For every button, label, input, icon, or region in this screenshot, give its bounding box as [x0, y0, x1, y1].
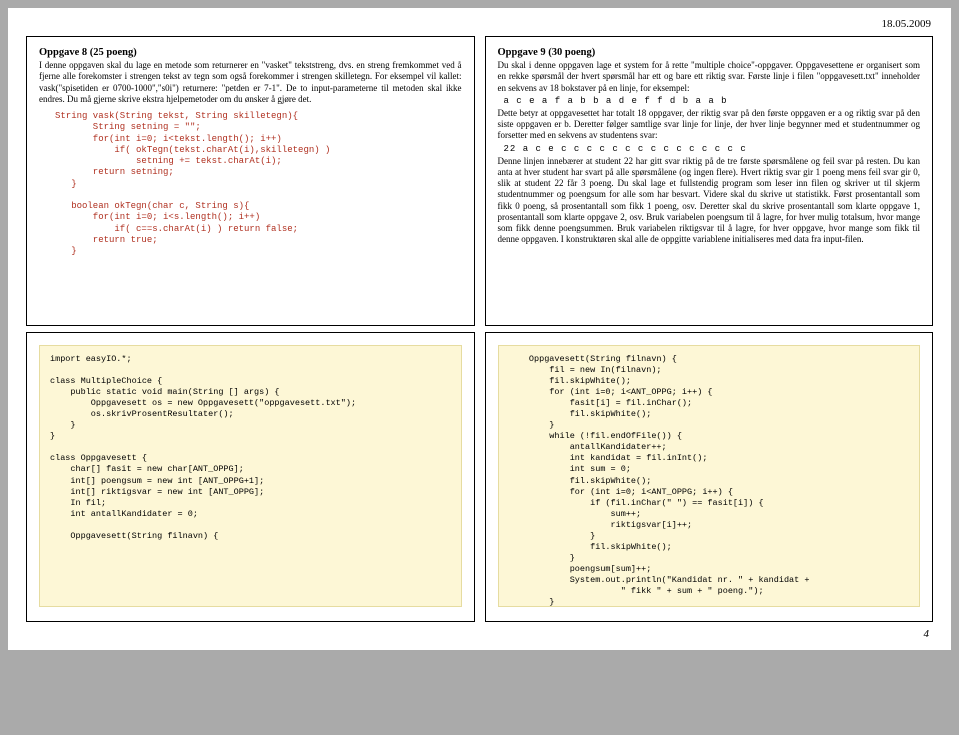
slide8-code: String vask(String tekst, String skillet…	[55, 111, 462, 257]
slide9-p3: Denne linjen innebærer at student 22 har…	[498, 156, 921, 246]
slide8-title: Oppgave 8 (25 poeng)	[39, 47, 462, 58]
slide9-seq1: a c e a f a b b a d e f f d b a a b	[504, 96, 921, 106]
slide9-p2: Dette betyr at oppgavesettet har totalt …	[498, 108, 921, 142]
slide-oppgave-9: Oppgave 9 (30 poeng) Du skal i denne opp…	[485, 36, 934, 326]
top-row: Oppgave 8 (25 poeng) I denne oppgaven sk…	[26, 36, 933, 326]
slide-oppgave-8: Oppgave 8 (25 poeng) I denne oppgaven sk…	[26, 36, 475, 326]
slide9-title: Oppgave 9 (30 poeng)	[498, 47, 921, 58]
bottom-row: import easyIO.*; class MultipleChoice { …	[26, 332, 933, 622]
slide9-seq2: 22 a c e c c c c c c c c c c c c c c c	[504, 144, 921, 154]
header-date: 18.05.2009	[18, 18, 931, 30]
codebox-left: import easyIO.*; class MultipleChoice { …	[39, 345, 462, 607]
slide-code-left: import easyIO.*; class MultipleChoice { …	[26, 332, 475, 622]
slide-code-right: Oppgavesett(String filnavn) { fil = new …	[485, 332, 934, 622]
page: 18.05.2009 Oppgave 8 (25 poeng) I denne …	[8, 8, 951, 650]
slide8-body: I denne oppgaven skal du lage en metode …	[39, 60, 462, 105]
codebox-right: Oppgavesett(String filnavn) { fil = new …	[498, 345, 921, 607]
slide9-p1: Du skal i denne oppgaven lage et system …	[498, 60, 921, 94]
page-number: 4	[18, 628, 929, 640]
